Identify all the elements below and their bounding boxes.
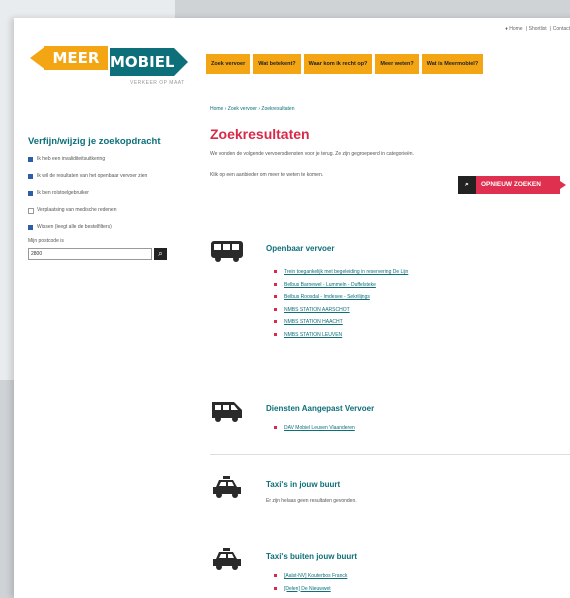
breadcrumb[interactable]: Home › Zoek vervoer › Zoekresultaten (210, 106, 570, 112)
nav-wat-betekent[interactable]: Wat betekent? (253, 54, 301, 74)
result-link[interactable]: Belbus Barnewel - Lummeln - Duffelsteke (274, 279, 408, 292)
result-list: DAV Mobiel Leuven Vlaanderen (274, 422, 355, 435)
sidebar-title: Verfijn/wijzig je zoekopdracht (28, 136, 161, 147)
result-link[interactable]: [Delen] De Nieuwwet (274, 583, 347, 596)
checkbox-unchecked[interactable] (28, 208, 34, 214)
nav-wat-is-meermobiel[interactable]: Wat is Meermobiel? (421, 54, 484, 74)
checkbox-checked[interactable] (28, 174, 33, 179)
van-icon (212, 402, 242, 422)
filter-wissen[interactable]: Wissen (leegt alle de bestelfilters) (28, 224, 180, 231)
section-title: Openbaar vervoer (266, 244, 335, 253)
checkbox-checked[interactable] (28, 191, 33, 196)
meermobiel-logo[interactable]: MEER MOBIEL VERKEER OP MAAT (30, 40, 190, 92)
taxi-icon (213, 476, 241, 498)
section-title: Diensten Aangepast Vervoer (266, 404, 375, 413)
nav-zoek-vervoer[interactable]: Zoek vervoer (206, 54, 251, 74)
filter-medisch[interactable]: Verplaatsing van medische redenen (28, 207, 180, 214)
result-link[interactable]: NMBS STATION AARSCHOT (274, 304, 408, 317)
filter-sidebar: Verfijn/wijzig je zoekopdracht Ik heb ee… (28, 136, 180, 260)
checkbox-checked[interactable] (28, 225, 33, 230)
result-link[interactable]: Belbus Roosdal - Imdesee - Sekrilijngs (274, 291, 408, 304)
postcode-input[interactable]: 2800 (28, 248, 152, 260)
result-link[interactable]: NMBS STATION HAACHT (274, 316, 408, 329)
result-link[interactable]: [Aalst-NV] Kouterbos Franck (274, 570, 347, 583)
section-title: Taxi's buiten jouw buurt (266, 552, 358, 561)
logo-meer: MEER (44, 46, 108, 70)
nav-meer-weten[interactable]: Meer weten? (375, 54, 419, 74)
browser-page: ♦ Home | Shortlist | Contact MEER MOBIEL… (14, 18, 570, 598)
search-icon: ⌕ (158, 249, 163, 258)
result-list: [Aalst-NV] Kouterbos Franck [Delen] De N… (274, 570, 347, 595)
result-link[interactable]: Trein toegankelijk met begeleiding in re… (274, 266, 408, 279)
postcode-label: Mijn postcode is (28, 238, 64, 244)
postcode-search-button[interactable]: ⌕ (154, 248, 167, 260)
filter-rolstoel[interactable]: Ik ben rolstoelgebruiker (28, 190, 180, 197)
topnav-contact[interactable]: | Contact (550, 26, 570, 32)
result-link[interactable]: DAV Mobiel Leuven Vlaanderen (274, 422, 355, 435)
nav-waar-recht-op[interactable]: Waar kom ik recht op? (303, 54, 373, 74)
main-navigation: Zoek vervoer Wat betekent? Waar kom ik r… (206, 54, 484, 74)
result-link[interactable]: NMBS STATION LEUVEN (274, 329, 408, 342)
logo-mobiel: MOBIEL (110, 48, 175, 76)
search-icon: ⌕ (458, 176, 476, 194)
section-title: Taxi's in jouw buurt (266, 480, 341, 489)
no-results-text: Er zijn helaas geen resultaten gevonden. (266, 498, 357, 504)
divider (210, 454, 570, 455)
filter-invaliditeit[interactable]: Ik heb een invaliditeitsuitkering (28, 156, 180, 163)
logo-tagline: VERKEER OP MAAT (130, 80, 185, 86)
new-search-button[interactable]: ⌕ OPNIEUW ZOEKEN (458, 176, 566, 194)
filter-openbaar-vervoer[interactable]: Ik wil de resultaten van het openbaar ve… (28, 173, 180, 180)
result-list: Trein toegankelijk met begeleiding in re… (274, 266, 408, 341)
taxi-icon (213, 548, 241, 570)
bus-icon (211, 241, 243, 262)
topnav-shortlist[interactable]: | Shortlist (526, 26, 547, 32)
results-content: Home › Zoek vervoer › Zoekresultaten Zoe… (210, 106, 570, 592)
checkbox-checked[interactable] (28, 157, 33, 162)
intro-text: We vonden de volgende vervoersdiensten v… (210, 151, 414, 157)
top-utility-nav: ♦ Home | Shortlist | Contact (503, 26, 570, 32)
topnav-home[interactable]: ♦ Home (505, 26, 522, 32)
page-title: Zoekresultaten (210, 126, 310, 142)
